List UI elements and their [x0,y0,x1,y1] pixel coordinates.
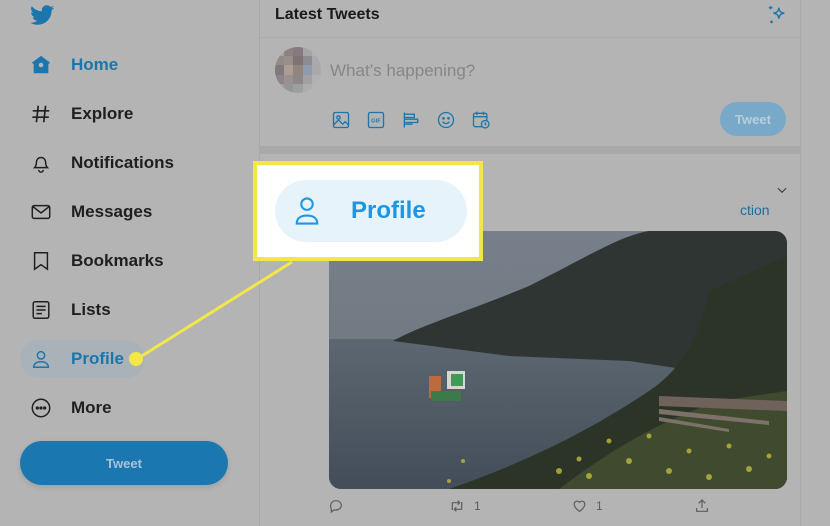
like-count: 1 [596,499,603,513]
tweet-actions: 1 1 [328,498,788,518]
sidebar-item-label: Lists [71,300,111,319]
sidebar-item-label: Messages [71,202,153,221]
retweet-button[interactable]: 1 [448,498,481,514]
emoji-icon[interactable] [434,108,457,131]
home-icon [29,53,53,77]
image-icon[interactable] [329,108,352,131]
callout-profile-pill: Profile [275,180,467,242]
hashtag-icon [29,102,53,126]
poll-icon[interactable] [399,108,422,131]
share-button[interactable] [694,498,710,514]
sidebar-item-profile[interactable]: Profile [20,340,145,378]
timeline-header: Latest Tweets [260,0,800,38]
envelope-icon [29,200,53,224]
gif-icon[interactable]: GIF [364,108,387,131]
sidebar-item-label: More [71,398,112,417]
person-icon [29,347,53,371]
bell-icon [29,151,53,175]
person-icon [295,197,319,225]
sidebar-item-more[interactable]: More [20,389,112,427]
sidebar-item-lists[interactable]: Lists [20,291,111,329]
tweet-media-image[interactable] [329,231,787,489]
chevron-down-icon[interactable] [775,183,789,197]
callout-label: Profile [351,197,426,224]
right-column [802,0,830,526]
sidebar-item-notifications[interactable]: Notifications [20,144,174,182]
like-button[interactable]: 1 [571,498,603,514]
page-title: Latest Tweets [275,6,380,23]
profile-callout: Profile [253,161,483,261]
bookmark-icon [29,249,53,273]
avatar[interactable] [275,47,321,93]
reply-icon [329,500,342,514]
sidebar-item-messages[interactable]: Messages [20,193,152,231]
sidebar-tweet-button[interactable]: Tweet [20,441,228,485]
sidebar: Home Explore Notifications Messages Book… [0,0,258,526]
compose-tweet-input[interactable] [330,61,730,81]
more-circle-icon [29,396,53,420]
reply-button[interactable] [328,498,352,514]
twitter-logo-icon[interactable] [29,3,56,27]
retweet-icon [451,500,463,512]
share-icon [696,499,708,512]
sidebar-item-label: Bookmarks [71,251,164,270]
heart-icon [573,500,586,513]
sidebar-item-label: Profile [71,349,124,368]
sparkle-icon[interactable] [766,4,788,26]
divider [260,146,800,154]
sidebar-item-label: Explore [71,104,134,123]
main-timeline: Latest Tweets GIF Tweet [259,0,801,526]
list-icon [29,298,53,322]
retweet-count: 1 [474,499,481,513]
sidebar-item-label: Home [71,55,119,74]
sidebar-item-home[interactable]: Home [20,46,118,84]
sidebar-item-bookmarks[interactable]: Bookmarks [20,242,164,280]
sidebar-item-explore[interactable]: Explore [20,95,133,133]
compose-tweet-button[interactable]: Tweet [720,102,786,136]
svg-text:GIF: GIF [371,118,381,124]
compose-toolbar: GIF [329,108,492,131]
sidebar-item-label: Notifications [71,153,174,172]
tweet-text: ction [740,202,770,218]
schedule-icon[interactable] [469,108,492,131]
